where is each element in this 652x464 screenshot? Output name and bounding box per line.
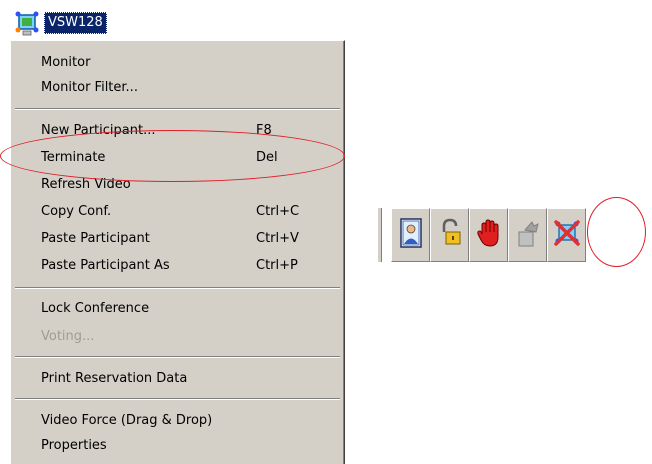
menu-item-copy-conf[interactable]: Copy Conf. Ctrl+C bbox=[11, 200, 344, 223]
move-participant-icon bbox=[515, 218, 541, 252]
menu-item-label: Voting... bbox=[41, 329, 95, 344]
menu-item-label: Paste Participant As bbox=[41, 258, 170, 273]
menu-item-label: Copy Conf. bbox=[41, 204, 112, 219]
menu-separator bbox=[15, 398, 340, 400]
menu-item-shortcut: Ctrl+C bbox=[256, 204, 300, 219]
menu-item-label: Monitor bbox=[41, 55, 91, 70]
menu-item-paste-participant[interactable]: Paste Participant Ctrl+V bbox=[11, 227, 344, 250]
menu-item-label: New Participant... bbox=[41, 123, 156, 138]
menu-item-label: Terminate bbox=[41, 150, 106, 165]
menu-item-lock-conference[interactable]: Lock Conference bbox=[11, 297, 344, 320]
conference-node[interactable]: VSW128 bbox=[14, 10, 107, 36]
menu-item-label: Properties bbox=[41, 438, 107, 453]
menu-item-label: Monitor Filter... bbox=[41, 80, 138, 95]
menu-item-shortcut: Del bbox=[256, 150, 278, 165]
terminate-conference-button[interactable] bbox=[547, 208, 586, 262]
stop-button[interactable] bbox=[469, 208, 508, 262]
menu-item-label: Video Force (Drag & Drop) bbox=[41, 413, 213, 428]
menu-item-refresh-video[interactable]: Refresh Video bbox=[11, 173, 344, 196]
menu-item-label: Refresh Video bbox=[41, 177, 131, 192]
menu-item-shortcut: F8 bbox=[256, 123, 272, 138]
toolbar-grip[interactable] bbox=[377, 208, 382, 262]
menu-item-monitor-filter[interactable]: Monitor Filter... bbox=[11, 76, 344, 99]
menu-separator bbox=[15, 287, 340, 289]
menu-item-properties[interactable]: Properties bbox=[11, 434, 344, 457]
terminate-conference-icon bbox=[553, 218, 581, 252]
conference-name[interactable]: VSW128 bbox=[44, 12, 107, 34]
menu-item-label: Paste Participant bbox=[41, 231, 150, 246]
menu-item-terminate[interactable]: Terminate Del bbox=[11, 146, 344, 169]
menu-item-shortcut: Ctrl+P bbox=[256, 258, 298, 273]
menu-item-shortcut: Ctrl+V bbox=[256, 231, 299, 246]
stop-hand-icon bbox=[476, 218, 502, 252]
lock-button[interactable] bbox=[430, 208, 469, 262]
menu-item-paste-participant-as[interactable]: Paste Participant As Ctrl+P bbox=[11, 254, 344, 277]
move-participant-button bbox=[508, 208, 547, 262]
context-menu: Monitor Monitor Filter... New Participan… bbox=[10, 40, 345, 464]
menu-item-new-participant[interactable]: New Participant... F8 bbox=[11, 119, 344, 142]
menu-item-video-force[interactable]: Video Force (Drag & Drop) bbox=[11, 409, 344, 432]
menu-item-print-reservation-data[interactable]: Print Reservation Data bbox=[11, 367, 344, 390]
conference-icon bbox=[14, 10, 40, 36]
menu-item-label: Print Reservation Data bbox=[41, 371, 188, 386]
menu-item-label: Lock Conference bbox=[41, 301, 150, 316]
menu-item-monitor[interactable]: Monitor bbox=[11, 51, 344, 74]
toolbar bbox=[377, 208, 639, 262]
menu-separator bbox=[15, 356, 340, 358]
menu-item-voting: Voting... bbox=[11, 325, 344, 348]
participant-properties-icon bbox=[399, 217, 423, 253]
lock-icon bbox=[437, 218, 463, 252]
menu-separator bbox=[15, 108, 340, 110]
participant-properties-button[interactable] bbox=[391, 208, 430, 262]
